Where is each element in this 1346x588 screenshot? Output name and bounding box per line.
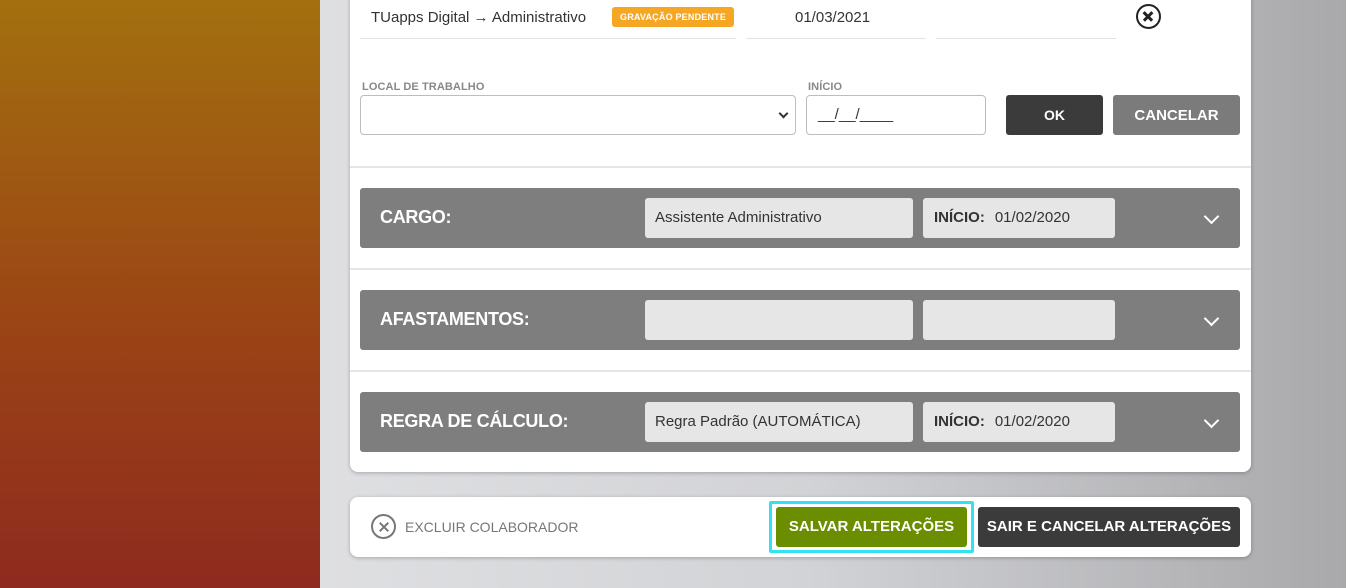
divider [350,268,1251,270]
section-date-value: 01/02/2020 [994,413,1070,430]
employee-card: TUapps Digital → Administrativo GRAVAÇÃO… [350,0,1251,472]
section-afastamentos[interactable]: AFASTAMENTOS: [360,290,1240,350]
section-regra-calculo[interactable]: REGRA DE CÁLCULO: Regra Padrão (AUTOMÁTI… [360,392,1240,452]
chevron-down-icon[interactable] [1203,208,1220,225]
assignment-empty-cell [936,0,1116,39]
section-value [645,300,913,340]
start-date-input[interactable]: __/__/____ [806,95,986,135]
section-value: Regra Padrão (AUTOMÁTICA) [645,402,913,442]
save-changes-button[interactable]: SALVAR ALTERAÇÕES [776,507,967,547]
section-start-date [923,300,1115,340]
action-bar: EXCLUIR COLABORADOR SALVAR ALTERAÇÕES SA… [350,497,1251,557]
pending-status-badge: GRAVAÇÃO PENDENTE [612,7,735,27]
assignment-date-cell: 01/03/2021 [746,0,926,39]
assignment-path: TUapps Digital → Administrativo [371,9,587,26]
section-date-label: INÍCIO: [934,209,985,226]
section-start-date: INÍCIO: 01/02/2020 [923,198,1115,238]
chevron-down-icon [778,108,789,119]
workplace-label: LOCAL DE TRABALHO [362,81,485,93]
assignment-path-cell: TUapps Digital → Administrativo GRAVAÇÃO… [360,0,736,39]
remove-assignment-icon[interactable] [1136,4,1161,29]
exit-cancel-button[interactable]: SAIR E CANCELAR ALTERAÇÕES [978,507,1240,547]
workplace-select[interactable] [360,95,796,135]
section-title: REGRA DE CÁLCULO: [380,411,569,431]
delete-employee-link[interactable]: EXCLUIR COLABORADOR [405,519,578,535]
section-date-value: 01/02/2020 [994,209,1070,226]
cancel-button[interactable]: CANCELAR [1113,95,1240,135]
assignment-date: 01/03/2021 [795,9,871,26]
section-title: AFASTAMENTOS: [380,309,530,329]
chevron-down-icon[interactable] [1203,310,1220,327]
side-background [0,0,320,588]
divider [350,166,1251,168]
section-value: Assistente Administrativo [645,198,913,238]
chevron-down-icon[interactable] [1203,412,1220,429]
divider [350,370,1251,372]
section-title: CARGO: [380,207,452,227]
start-date-label: INÍCIO [808,81,843,93]
delete-icon[interactable] [371,514,396,539]
section-start-date: INÍCIO: 01/02/2020 [923,402,1115,442]
section-cargo[interactable]: CARGO: Assistente Administrativo INÍCIO:… [360,188,1240,248]
ok-button[interactable]: OK [1006,95,1103,135]
assignment-row: TUapps Digital → Administrativo GRAVAÇÃO… [360,0,1240,39]
section-date-label: INÍCIO: [934,413,985,430]
